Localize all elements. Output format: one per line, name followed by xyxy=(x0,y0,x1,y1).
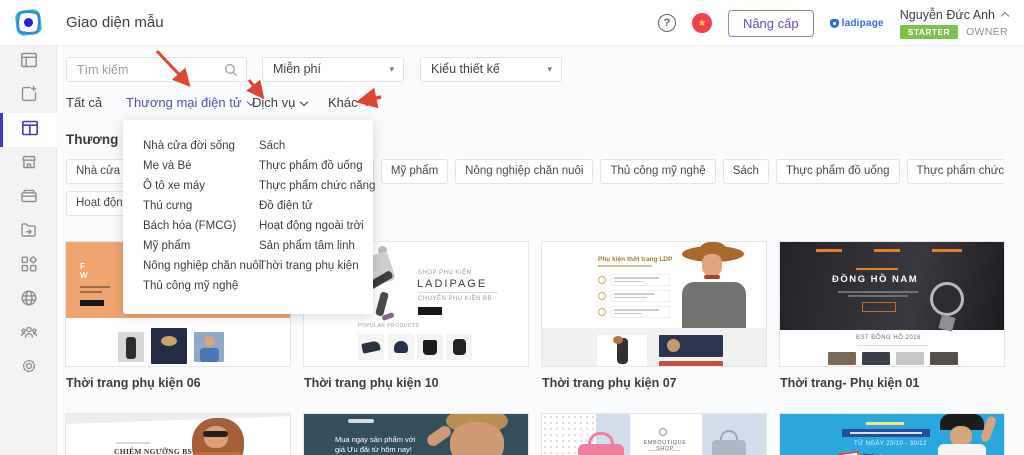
chip[interactable]: Sách xyxy=(723,159,769,184)
hero-button xyxy=(418,307,442,315)
design-style-select[interactable]: Kiểu thiết kế ▾ xyxy=(420,57,562,82)
caret-down-icon: ▾ xyxy=(389,58,394,81)
menu-item[interactable]: Bách hóa (FMCG) xyxy=(143,216,255,236)
menu-item[interactable]: Thực phẩm chức năng xyxy=(259,176,369,196)
menu-item[interactable]: Thú cưng xyxy=(143,196,255,216)
chevron-up-icon xyxy=(1001,12,1009,20)
thumbnail-art xyxy=(710,430,750,455)
tab-services[interactable]: Dịch vụ xyxy=(252,95,307,110)
sidebar-item-settings[interactable] xyxy=(0,351,57,385)
menu-item[interactable]: Mẹ và Bé xyxy=(143,156,255,176)
template-thumbnail[interactable]: CHIÊM NGƯỠNG BST xyxy=(65,413,291,455)
chip[interactable]: Thực phẩm chức năng xyxy=(907,159,1004,184)
dashboard-icon xyxy=(19,50,39,75)
add-page-icon xyxy=(19,84,39,109)
menu-item[interactable]: Thực phẩm đồ uống xyxy=(259,156,369,176)
thumbnail-art xyxy=(578,432,628,455)
search-input[interactable] xyxy=(77,58,217,81)
thumbnail-art: ĐỒNG HỒ NAM xyxy=(780,242,1004,330)
menu-item[interactable]: Sản phẩm tâm linh xyxy=(259,236,369,256)
template-card[interactable]: EMBOUTIQUE SHOP xyxy=(541,413,767,455)
template-thumbnail[interactable]: Phụ kiện thời trang LDP xyxy=(541,241,767,367)
sidebar-item-widgets[interactable] xyxy=(0,249,57,283)
ladipage-brand-icon xyxy=(830,19,839,28)
dropdown-column-2: Sách Thực phẩm đồ uống Thực phẩm chức nă… xyxy=(259,136,369,276)
tab-all[interactable]: Tất cả xyxy=(66,95,102,110)
template-title: Thời trang- Phụ kiện 01 xyxy=(779,376,1005,390)
widgets-icon xyxy=(19,254,39,279)
ecommerce-dropdown-menu: Nhà cửa đời sống Mẹ và Bé Ô tô xe máy Th… xyxy=(123,120,373,314)
sidebar-item-team[interactable] xyxy=(0,317,57,351)
ladipage-logo-icon[interactable] xyxy=(0,0,57,46)
menu-item[interactable]: Đồ điện tử xyxy=(259,196,369,216)
store-icon xyxy=(19,152,39,177)
template-card[interactable]: CHIÊM NGƯỠNG BST xyxy=(65,413,291,455)
user-menu[interactable]: Nguyễn Đức Anh STARTER OWNER xyxy=(900,8,1008,39)
template-title: Thời trang phụ kiện 06 xyxy=(65,376,291,390)
chip[interactable]: Nông nghiệp chăn nuôi xyxy=(455,159,593,184)
menu-item[interactable]: Thủ công mỹ nghệ xyxy=(143,276,255,296)
sidebar xyxy=(0,0,57,455)
menu-item[interactable]: Mỹ phẩm xyxy=(143,236,255,256)
template-thumbnail[interactable]: EMBOUTIQUE SHOP xyxy=(541,413,767,455)
help-icon[interactable]: ? xyxy=(658,14,676,32)
dropdown-column-1: Nhà cửa đời sống Mẹ và Bé Ô tô xe máy Th… xyxy=(143,136,255,296)
template-card[interactable]: Mua ngay sản phẩm với giá Ưu đãi từ hôm … xyxy=(303,413,529,455)
page-title: Giao diện mẫu xyxy=(66,14,164,31)
menu-item[interactable]: Ô tô xe máy xyxy=(143,176,255,196)
upgrade-button[interactable]: Nâng cấp xyxy=(728,10,814,37)
user-name: Nguyễn Đức Anh xyxy=(900,8,995,22)
tab-ecommerce[interactable]: Thương mại điện tử xyxy=(126,95,254,110)
price-filter-select[interactable]: Miễn phí ▾ xyxy=(262,57,404,82)
app-root: Giao diện mẫu ? ★ Nâng cấp ladipage Nguy… xyxy=(0,0,1024,455)
template-card[interactable]: Phụ kiện thời trang LDP xyxy=(541,241,767,390)
folder-publish-icon xyxy=(19,220,39,245)
vietnam-flag-icon[interactable]: ★ xyxy=(692,13,712,33)
sidebar-item-templates[interactable] xyxy=(0,113,57,147)
thumbnail-art xyxy=(424,414,529,455)
search-icon xyxy=(224,63,238,77)
sidebar-item-publish-folder[interactable] xyxy=(0,215,57,249)
chip[interactable]: Thực phẩm đồ uống xyxy=(776,159,900,184)
thumbnail-art xyxy=(928,414,1005,455)
tab-other[interactable]: Khác xyxy=(328,95,370,110)
chevron-down-icon xyxy=(300,97,308,105)
menu-item[interactable]: Nhà cửa đời sống xyxy=(143,136,255,156)
template-thumbnail[interactable]: TỪ NGÀY 23/10 - 30/12 xyxy=(779,413,1005,455)
template-thumbnail[interactable]: ĐỒNG HỒ NAM BST ĐỒNG HỒ 2016 xyxy=(779,241,1005,367)
menu-item[interactable]: Nông nghiệp chăn nuôi xyxy=(143,256,255,276)
wallet-icon xyxy=(19,186,39,211)
caret-down-icon: ▾ xyxy=(547,58,552,81)
topbar: Giao diện mẫu ? ★ Nâng cấp ladipage Nguy… xyxy=(57,0,1024,46)
menu-item[interactable]: Thời trang phụ kiện xyxy=(259,256,369,276)
sidebar-item-dashboard[interactable] xyxy=(0,45,57,79)
menu-item[interactable]: Sách xyxy=(259,136,369,156)
team-icon xyxy=(19,322,39,347)
search-box xyxy=(66,57,247,82)
chevron-down-icon xyxy=(362,97,370,105)
sidebar-item-domains[interactable] xyxy=(0,283,57,317)
sidebar-item-store[interactable] xyxy=(0,147,57,181)
thumbnail-art xyxy=(176,414,291,455)
template-title: Thời trang phụ kiện 10 xyxy=(303,376,529,390)
template-grid-row-2: CHIÊM NGƯỠNG BST Mua ngay sản phẩm với g… xyxy=(65,413,1005,455)
template-card[interactable]: TỪ NGÀY 23/10 - 30/12 xyxy=(779,413,1005,455)
globe-icon xyxy=(19,288,39,313)
user-role: OWNER xyxy=(966,26,1008,38)
template-title: Thời trang phụ kiện 07 xyxy=(541,376,767,390)
menu-item[interactable]: Hoạt động ngoài trời xyxy=(259,216,369,236)
gear-icon xyxy=(19,356,39,381)
thumbnail-art xyxy=(660,242,767,328)
category-tabs: Tất cả Thương mại điện tử Dịch vụ Khác xyxy=(57,95,1017,115)
sidebar-item-payments[interactable] xyxy=(0,181,57,215)
sidebar-item-create-landing[interactable] xyxy=(0,79,57,113)
template-thumbnail[interactable]: Mua ngay sản phẩm với giá Ưu đãi từ hôm … xyxy=(303,413,529,455)
template-card[interactable]: ĐỒNG HỒ NAM BST ĐỒNG HỒ 2016 Thời trang-… xyxy=(779,241,1005,390)
plan-badge: STARTER xyxy=(900,25,958,39)
chip[interactable]: Mỹ phẩm xyxy=(381,159,448,184)
templates-icon xyxy=(20,118,40,143)
ladipage-brand-logo[interactable]: ladipage xyxy=(830,18,884,29)
chip[interactable]: Thủ công mỹ nghệ xyxy=(600,159,715,184)
